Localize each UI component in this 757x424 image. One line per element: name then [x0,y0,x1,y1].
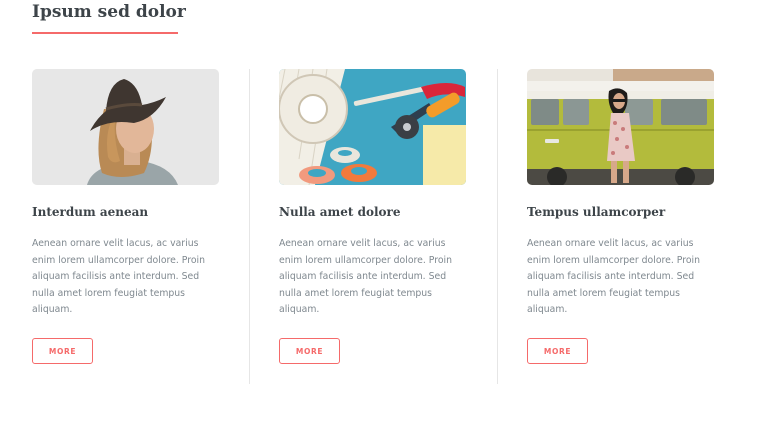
article-card: Tempus ullamcorper Aenean ornare velit l… [527,69,715,364]
card-title: Interdum aenean [32,205,149,219]
craft-tools-photo[interactable] [279,69,466,185]
card-title: Nulla amet dolore [279,205,401,219]
card-text: Aenean ornare velit lacus, ac varius eni… [279,238,452,316]
woman-by-van-photo[interactable] [527,69,714,185]
woman-in-hat-photo[interactable] [32,69,219,185]
more-button[interactable]: MORE [527,338,588,364]
title-underline [32,32,178,34]
article-card: Nulla amet dolore Aenean ornare velit la… [279,69,467,364]
column-divider [249,69,250,384]
card-title: Tempus ullamcorper [527,205,666,219]
card-text: Aenean ornare velit lacus, ac varius eni… [527,238,700,316]
card-text: Aenean ornare velit lacus, ac varius eni… [32,238,205,316]
more-button[interactable]: MORE [279,338,340,364]
more-button[interactable]: MORE [32,338,93,364]
column-divider [497,69,498,384]
article-card: Interdum aenean Aenean ornare velit lacu… [32,69,220,364]
section-title: Ipsum sed dolor [32,2,186,22]
